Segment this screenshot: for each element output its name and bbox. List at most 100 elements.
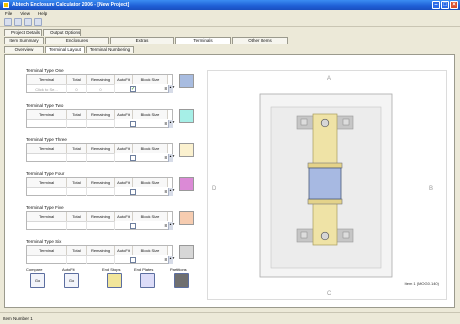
rail-screw-top [320, 118, 330, 128]
grid-header: Remaining [87, 212, 115, 221]
window-titlebar[interactable]: Abtech Enclosure Calculator 2006 - [New … [0, 0, 460, 10]
terminal-color-swatch[interactable] [179, 143, 194, 157]
new-icon[interactable] [4, 18, 12, 26]
maximize-button[interactable]: □ [441, 1, 449, 9]
tab-terminal-numbering[interactable]: Terminal Numbering [86, 46, 134, 53]
window-title: Abtech Enclosure Calculator 2006 - [New … [12, 2, 130, 8]
total-cell [67, 119, 87, 128]
block-size-value[interactable]: 8 [155, 187, 167, 196]
total-cell: 0 [67, 84, 87, 93]
terminal-select-cell[interactable] [27, 153, 67, 162]
partitions-tool: Partitions [170, 267, 187, 272]
terminal-color-swatch[interactable] [179, 245, 194, 259]
menu-view[interactable]: View [20, 10, 30, 17]
block-size-value[interactable]: 8 [155, 221, 167, 230]
block-size-value[interactable]: 8 [155, 255, 167, 264]
terminal-select-cell[interactable] [27, 187, 67, 196]
grid-header: Total [67, 110, 87, 119]
autofit-checkbox[interactable]: ✓ [130, 86, 136, 92]
autofit-checkbox[interactable] [130, 223, 136, 229]
autofit-checkbox[interactable] [130, 257, 136, 263]
grid-header: Remaining [87, 110, 115, 119]
autofit-tool: AutoFit [62, 267, 75, 272]
endstops-color-swatch[interactable] [107, 273, 122, 288]
grid-header: Total [67, 75, 87, 84]
tab-project-details[interactable]: Project Details [4, 29, 42, 36]
grid-header: Remaining [87, 178, 115, 187]
side-d-label: D [212, 186, 217, 192]
block-size-value[interactable]: 8 [155, 153, 167, 162]
block-size-stepper[interactable]: ▲▼ [168, 85, 175, 93]
grid-header: Block Size [133, 110, 168, 119]
side-c-label: C [327, 291, 332, 297]
autofit-checkbox[interactable] [130, 189, 136, 195]
tab-overview[interactable]: Overview [4, 46, 44, 53]
compare-tool: Compare [26, 267, 42, 272]
block-size-stepper[interactable]: ▲▼ [168, 222, 175, 230]
open-icon[interactable] [14, 18, 22, 26]
block-size-value[interactable]: 8 [155, 84, 167, 93]
app-icon [3, 2, 9, 8]
close-button[interactable]: × [450, 1, 458, 9]
grid-header: Remaining [87, 246, 115, 255]
tab-other-items[interactable]: Other Items [232, 37, 288, 44]
autofit-checkbox[interactable] [130, 155, 136, 161]
block-size-stepper[interactable]: ▲▼ [168, 154, 175, 162]
autofit-label: AutoFit [62, 267, 75, 272]
terminal-grid: Terminal Total Remaining AutoFit Block Size 8… [26, 245, 175, 264]
terminal-grid: Terminal Total Remaining AutoFit Block Size 8… [26, 143, 175, 162]
tab-terminal-layout[interactable]: Terminal Layout [45, 46, 85, 53]
grid-header: AutoFit [115, 75, 133, 84]
grid-header: Terminal [27, 75, 67, 84]
compare-label: Compare [26, 267, 43, 272]
grid-header: Block Size [133, 178, 168, 187]
menu-help[interactable]: Help [38, 10, 47, 17]
autofit-checkbox[interactable] [130, 121, 136, 127]
status-bar: Item Number 1 [0, 312, 460, 323]
grid-header: Block Size [133, 212, 168, 221]
save-icon[interactable] [24, 18, 32, 26]
terminal-grid: Terminal Total Remaining AutoFit Block Size 8… [26, 211, 175, 230]
terminal-color-swatch[interactable] [179, 74, 194, 88]
terminal-type-group: Terminal Type One Terminal Total Remaining A… [26, 68, 176, 93]
tab-extras[interactable]: Extras [110, 37, 174, 44]
terminal-select-cell[interactable] [27, 119, 67, 128]
block-size-value[interactable]: 8 [155, 119, 167, 128]
bracket-hole [342, 118, 350, 126]
bracket-hole [300, 231, 308, 239]
layout-preview[interactable]: A D B C Item 1 (MOG0.140) [207, 70, 447, 300]
partitions-color-swatch[interactable] [174, 273, 189, 288]
grid-header: Block Size [133, 75, 168, 84]
third-tabs: Overview Terminal Layout Terminal Number… [4, 46, 135, 53]
terminal-type-group: Terminal Type Four Terminal Total Remaining… [26, 171, 176, 196]
tab-output-options[interactable]: Output Options [43, 29, 81, 36]
menu-file[interactable]: File [5, 10, 12, 17]
terminal-select-cell[interactable]: Click to Se... [27, 84, 67, 93]
grid-header: Total [67, 144, 87, 153]
block-size-stepper[interactable]: ▲▼ [168, 120, 175, 128]
tab-enclosures[interactable]: Enclosures [45, 37, 109, 44]
tab-item-summary[interactable]: Item Summary [4, 37, 44, 44]
terminal-color-swatch[interactable] [179, 109, 194, 123]
terminal-color-swatch[interactable] [179, 177, 194, 191]
top-tabs: Project Details Output Options [4, 29, 82, 36]
second-tabs: Item Summary Enclosures Extras Terminals… [4, 37, 289, 44]
refresh-icon[interactable] [34, 18, 42, 26]
compare-go-button[interactable]: Go [30, 273, 45, 288]
tab-terminals[interactable]: Terminals [175, 37, 231, 44]
grid-header: Total [67, 212, 87, 221]
block-size-stepper[interactable]: ▲▼ [168, 256, 175, 264]
autofit-go-button[interactable]: Go [64, 273, 79, 288]
grid-header: AutoFit [115, 246, 133, 255]
grid-header: Block Size [133, 246, 168, 255]
block-size-stepper[interactable]: ▲▼ [168, 188, 175, 196]
terminal-select-cell[interactable] [27, 255, 67, 264]
endplates-color-swatch[interactable] [140, 273, 155, 288]
remaining-cell [87, 153, 115, 162]
grid-header: Terminal [27, 178, 67, 187]
grid-header: Terminal [27, 212, 67, 221]
endplates-tool: End Plates [134, 267, 153, 272]
terminal-color-swatch[interactable] [179, 211, 194, 225]
terminal-select-cell[interactable] [27, 221, 67, 230]
minimize-button[interactable]: – [432, 1, 440, 9]
